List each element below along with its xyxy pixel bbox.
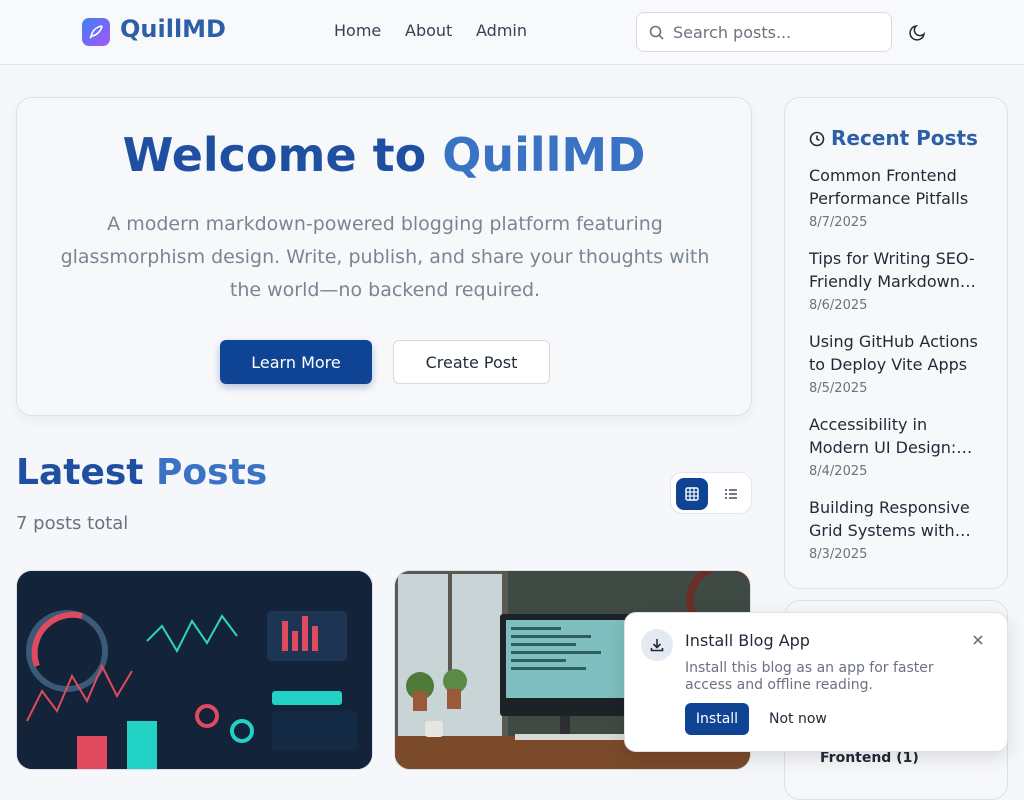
- recent-post-date: 8/5/2025: [809, 381, 868, 396]
- quill-icon[interactable]: [82, 18, 110, 46]
- brand-name[interactable]: QuillMD: [120, 15, 226, 43]
- search-input[interactable]: [673, 21, 883, 43]
- grid-icon: [685, 487, 699, 501]
- close-icon[interactable]: [971, 633, 985, 647]
- category-item[interactable]: Frontend (1): [820, 750, 919, 766]
- recent-post-item[interactable]: Common Frontend Performance Pitfalls 8/7…: [809, 164, 989, 230]
- nav-about[interactable]: About: [405, 21, 452, 40]
- recent-post-date: 8/4/2025: [809, 464, 868, 479]
- install-prompt-title: Install Blog App: [685, 631, 810, 650]
- recent-post-title[interactable]: Accessibility in Modern UI Design: Best …: [809, 413, 989, 459]
- grid-view-button[interactable]: [676, 478, 708, 510]
- clock-icon: [809, 131, 825, 147]
- search-icon: [649, 25, 664, 40]
- recent-post-item[interactable]: Tips for Writing SEO-Friendly Markdown P…: [809, 247, 989, 313]
- install-prompt: Install Blog App Install this blog as an…: [624, 612, 1008, 752]
- search-box[interactable]: [636, 12, 892, 52]
- hero-title: Welcome to QuillMD: [122, 128, 646, 182]
- recent-post-title[interactable]: Building Responsive Grid Systems with CS…: [809, 496, 989, 542]
- learn-more-button[interactable]: Learn More: [220, 340, 372, 384]
- post-card[interactable]: [16, 570, 373, 770]
- nav-home[interactable]: Home: [334, 21, 381, 40]
- recent-post-date: 8/6/2025: [809, 298, 868, 313]
- dashboard-image: [17, 571, 372, 769]
- recent-post-item[interactable]: Building Responsive Grid Systems with CS…: [809, 496, 989, 562]
- recent-post-item[interactable]: Accessibility in Modern UI Design: Best …: [809, 413, 989, 479]
- install-prompt-description: Install this blog as an app for faster a…: [685, 660, 934, 693]
- not-now-button[interactable]: Not now: [761, 703, 835, 735]
- recent-post-title[interactable]: Common Frontend Performance Pitfalls: [809, 164, 989, 210]
- view-toggle: [670, 472, 752, 514]
- hero-description: A modern markdown-powered blogging platf…: [60, 213, 710, 301]
- recent-posts-title: Recent Posts: [809, 126, 978, 150]
- latest-posts-title: Latest Posts: [16, 452, 268, 493]
- post-count: 7 posts total: [16, 513, 129, 534]
- recent-post-item[interactable]: Using GitHub Actions to Deploy Vite Apps…: [809, 330, 989, 396]
- recent-posts-panel: Recent Posts Common Frontend Performance…: [784, 97, 1008, 589]
- recent-post-title[interactable]: Using GitHub Actions to Deploy Vite Apps: [809, 330, 989, 376]
- site-header: QuillMD Home About Admin: [0, 0, 1024, 65]
- moon-icon[interactable]: [909, 23, 927, 41]
- recent-post-date: 8/7/2025: [809, 215, 868, 230]
- hero-section: Welcome to QuillMD A modern markdown-pow…: [16, 97, 752, 416]
- recent-post-date: 8/3/2025: [809, 547, 868, 562]
- download-icon: [641, 629, 673, 661]
- recent-post-title[interactable]: Tips for Writing SEO-Friendly Markdown P…: [809, 247, 989, 293]
- list-view-button[interactable]: [715, 478, 747, 510]
- create-post-button[interactable]: Create Post: [393, 340, 550, 384]
- list-icon: [725, 489, 737, 499]
- nav-admin[interactable]: Admin: [476, 21, 527, 40]
- install-button[interactable]: Install: [685, 703, 749, 735]
